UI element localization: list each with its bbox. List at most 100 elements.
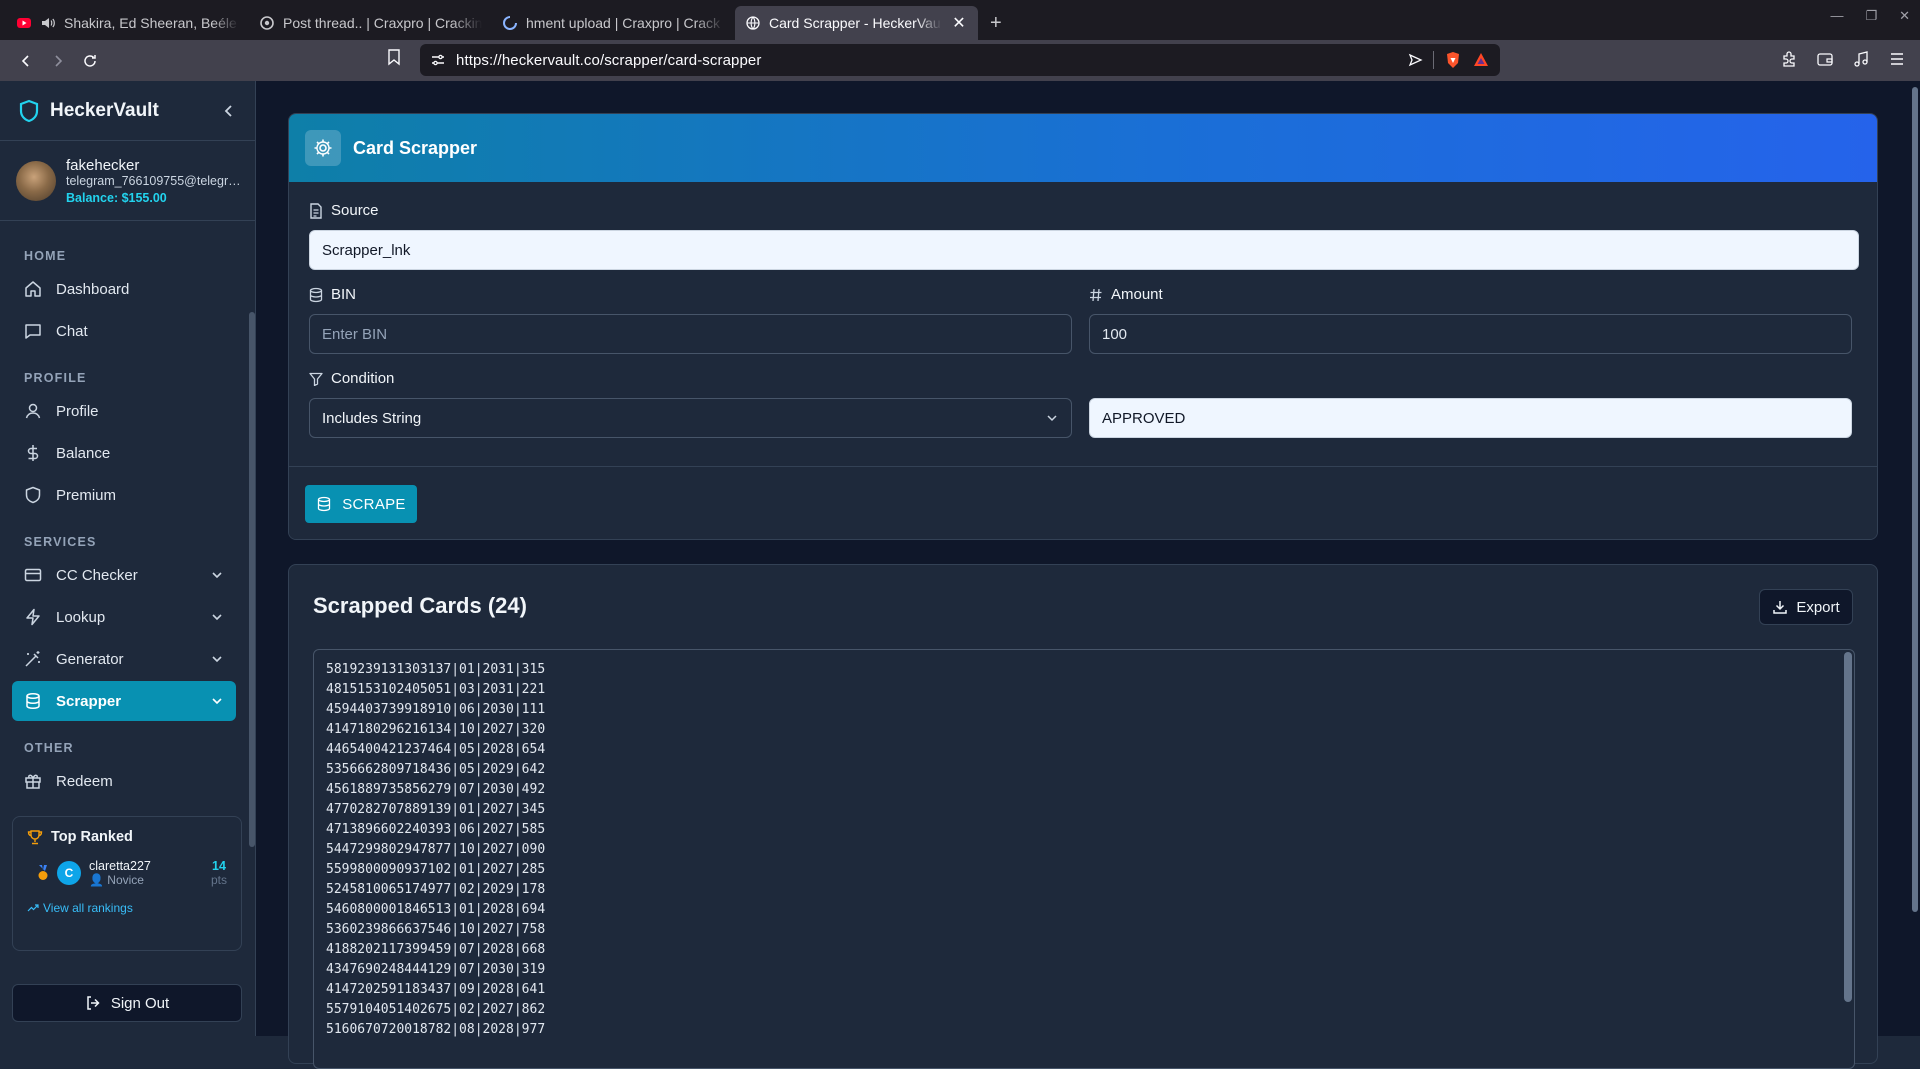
view-all-rankings-link[interactable]: View all rankings — [27, 901, 227, 915]
amount-input[interactable] — [1089, 314, 1852, 354]
amount-label: Amount — [1089, 286, 1163, 303]
new-tab-button[interactable]: + — [978, 6, 1014, 40]
condition-value-input[interactable] — [1089, 398, 1852, 438]
brave-rewards-icon[interactable] — [1472, 51, 1490, 69]
close-window-icon[interactable]: ✕ — [1899, 8, 1910, 24]
bin-label-text: BIN — [331, 286, 357, 303]
view-all-label: View all rankings — [43, 901, 133, 915]
sidebar-item-premium[interactable]: Premium — [12, 475, 236, 515]
sidebar-scrollbar[interactable] — [249, 231, 255, 847]
tab-title: hment upload | Craxpro | Crack — [526, 15, 721, 31]
sidebar-item-label: Redeem — [56, 772, 113, 790]
export-label: Export — [1796, 598, 1840, 616]
browser-tab-active[interactable]: Card Scrapper - HeckerVault ✕ — [735, 6, 978, 40]
card-scrapper-footer: SCRAPE — [289, 466, 1877, 539]
menu-icon[interactable] — [1888, 50, 1906, 68]
dollar-icon — [27, 445, 39, 461]
card-line: 5356662809718436|05|2029|642 — [326, 762, 546, 777]
sidebar-item-redeem[interactable]: Redeem — [12, 761, 236, 801]
section-title: PROFILE — [24, 371, 87, 385]
card-line: 4147180296216134|10|2027|320 — [326, 722, 546, 737]
sidebar-item-dashboard[interactable]: Dashboard — [12, 269, 236, 309]
source-label-text: Source — [331, 202, 379, 219]
browser-tab[interactable]: Shakira, Ed Sheeran, Beéle - I — [6, 6, 249, 40]
home-icon — [25, 281, 41, 297]
sign-out-button[interactable]: Sign Out — [12, 984, 242, 1022]
brand-name: HeckerVault — [50, 99, 159, 121]
minimize-icon[interactable]: — — [1830, 8, 1843, 24]
rank-entry[interactable]: C claretta227 👤 Novice 14 pts — [27, 859, 227, 887]
forward-button[interactable] — [44, 47, 72, 75]
card-scrapper-header: Card Scrapper — [289, 114, 1877, 182]
card-line: 4770282707889139|01|2027|345 — [326, 802, 546, 817]
reload-button[interactable] — [76, 47, 104, 75]
user-card[interactable]: fakehecker telegram_766109755@telegram.u… — [0, 141, 255, 221]
card-scrapper-form: Card Scrapper Source BIN Amount — [288, 113, 1878, 540]
sidebar-item-lookup[interactable]: Lookup — [12, 597, 236, 637]
rank-user: claretta227 👤 Novice — [89, 859, 203, 887]
sidebar-item-chat[interactable]: Chat — [12, 311, 236, 351]
user-small-icon: 👤 — [89, 873, 104, 887]
tab-title: Shakira, Ed Sheeran, Beéle - I — [64, 15, 239, 31]
export-button[interactable]: Export — [1759, 589, 1853, 625]
gift-icon — [25, 774, 41, 789]
card-line: 4188202117399459|07|2028|668 — [326, 942, 546, 957]
trending-up-icon — [27, 904, 39, 912]
sidebar-item-profile[interactable]: Profile — [12, 391, 236, 431]
chevron-down-icon — [212, 698, 222, 705]
brand-header: HeckerVault — [0, 81, 255, 141]
scrapped-cards-output[interactable]: 5819239131303137|01|2031|315 481515310240… — [313, 649, 1855, 1069]
browser-tab[interactable]: Post thread.. | Craxpro | Crackin — [249, 6, 492, 40]
extensions-icon[interactable] — [1780, 50, 1798, 68]
site-settings-icon[interactable] — [430, 52, 446, 68]
condition-selected-value: Includes String — [322, 409, 422, 427]
card-line: 4815153102405051|03|2031|221 — [326, 682, 546, 697]
section-title: SERVICES — [24, 535, 97, 549]
restore-icon[interactable]: ❐ — [1865, 8, 1877, 24]
condition-label: Condition — [309, 370, 394, 387]
top-ranked-title: Top Ranked — [27, 829, 227, 845]
rank-avatar: C — [57, 861, 81, 885]
card-line: 5447299802947877|10|2027|090 — [326, 842, 546, 857]
sidebar-item-label: Scrapper — [56, 692, 122, 710]
card-line: 5579104051402675|02|2027|862 — [326, 1002, 546, 1017]
scrapped-cards-panel: Scrapped Cards (24) Export 5819239131303… — [288, 564, 1878, 1069]
section-title: HOME — [24, 249, 67, 263]
browser-tab[interactable]: hment upload | Craxpro | Crack — [492, 6, 735, 40]
back-button[interactable] — [12, 47, 40, 75]
globe-icon — [745, 15, 761, 31]
rank-points-value: 14 — [212, 859, 226, 873]
sidebar-item-cc-checker[interactable]: CC Checker — [12, 555, 236, 595]
gear-icon — [305, 130, 341, 166]
send-icon[interactable] — [1407, 52, 1423, 68]
close-tab-icon[interactable]: ✕ — [950, 13, 968, 33]
condition-label-text: Condition — [331, 370, 395, 387]
brave-shield-icon[interactable] — [1444, 51, 1462, 69]
sidebar-item-balance[interactable]: Balance — [12, 433, 236, 473]
craxpro-loading-icon — [502, 15, 518, 31]
sidebar-item-generator[interactable]: Generator — [12, 639, 236, 679]
filter-icon — [309, 372, 323, 386]
database-icon — [318, 496, 331, 512]
card-line: 5599800090937102|01|2027|285 — [326, 862, 546, 877]
media-icon[interactable] — [1852, 50, 1870, 68]
source-input[interactable] — [309, 230, 1859, 270]
page-scrollbar[interactable] — [1910, 81, 1920, 1036]
trophy-icon — [27, 830, 43, 845]
address-bar[interactable]: https://heckervault.co/scrapper/card-scr… — [420, 44, 1500, 76]
scrape-button[interactable]: SCRAPE — [305, 485, 417, 523]
sidebar-item-scrapper[interactable]: Scrapper — [12, 681, 236, 721]
collapse-sidebar-icon[interactable] — [221, 103, 237, 119]
wallet-icon[interactable] — [1816, 50, 1834, 68]
app: HeckerVault fakehecker telegram_76610975… — [0, 81, 1920, 1069]
sidebar-nav: HOME Dashboard Chat PROFILE Profile Bala… — [0, 231, 248, 811]
bin-input[interactable] — [309, 314, 1072, 354]
results-scrollbar[interactable] — [1844, 652, 1852, 1002]
bookmark-icon[interactable] — [386, 48, 402, 66]
sidebar-item-label: Chat — [56, 322, 88, 340]
rank-points: 14 pts — [211, 859, 227, 887]
sidebar-item-label: Profile — [56, 402, 99, 420]
speaker-icon[interactable] — [40, 15, 56, 31]
sidebar-item-label: Dashboard — [56, 280, 130, 298]
condition-select[interactable]: Includes String — [309, 398, 1072, 438]
